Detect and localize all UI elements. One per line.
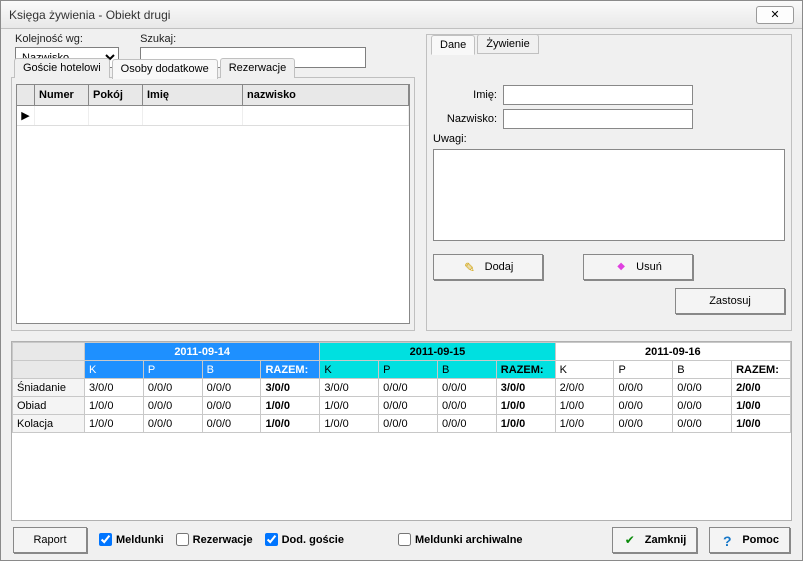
grid-col-surname[interactable]: nazwisko xyxy=(243,85,409,105)
right-pane: Dane Żywienie Imię: Nazwisko: xyxy=(426,29,792,331)
meal-cell: 0/0/0 xyxy=(614,415,673,433)
meal-cell: 3/0/0 xyxy=(85,379,144,397)
meal-cell: 2/0/0 xyxy=(732,379,791,397)
meal-table-container: 2011-09-14 2011-09-15 2011-09-16 K P B R… xyxy=(11,341,792,521)
grid-row-selector-header xyxy=(17,85,35,105)
meal-cell: 1/0/0 xyxy=(320,415,379,433)
extra-guests-checkbox[interactable]: Dod. goście xyxy=(265,533,344,546)
meal-row-label: Kolacja xyxy=(13,415,85,433)
meal-cell: 0/0/0 xyxy=(143,415,202,433)
meal-cell: 0/0/0 xyxy=(202,397,261,415)
notes-textarea[interactable] xyxy=(433,149,785,241)
meal-cell: 0/0/0 xyxy=(379,415,438,433)
meal-table[interactable]: 2011-09-14 2011-09-15 2011-09-16 K P B R… xyxy=(12,342,791,433)
left-tabs: Goście hotelowi Osoby dodatkowe Rezerwac… xyxy=(11,77,415,331)
pencil-icon xyxy=(463,260,477,274)
grid-header: Numer Pokój Imię nazwisko xyxy=(17,85,409,106)
left-tabstrip: Goście hotelowi Osoby dodatkowe Rezerwac… xyxy=(14,58,295,78)
delete-button[interactable]: Usuń xyxy=(583,254,693,280)
tab-extra-people[interactable]: Osoby dodatkowe xyxy=(112,59,218,79)
right-tabstrip: Dane Żywienie xyxy=(431,34,539,54)
footer-bar: Raport Meldunki Rezerwacje Dod. goście M… xyxy=(11,529,792,550)
meal-cell: 1/0/0 xyxy=(496,415,555,433)
content-area: Kolejność wg: Nazwisko Szukaj: Goście ho… xyxy=(6,29,797,555)
eraser-icon xyxy=(614,260,628,274)
left-pane: Kolejność wg: Nazwisko Szukaj: Goście ho… xyxy=(11,29,415,331)
meal-cell: 1/0/0 xyxy=(555,415,614,433)
meal-cell: 0/0/0 xyxy=(614,379,673,397)
meal-cell: 3/0/0 xyxy=(496,379,555,397)
reservations-checkbox[interactable]: Rezerwacje xyxy=(176,533,253,546)
meal-cell: 0/0/0 xyxy=(143,379,202,397)
meal-cell: 0/0/0 xyxy=(614,397,673,415)
right-body: Imię: Nazwisko: Uwagi: xyxy=(433,55,785,324)
notes-label: Uwagi: xyxy=(433,133,467,145)
meal-cell: 0/0/0 xyxy=(673,397,732,415)
meal-date-header: 2011-09-14 2011-09-15 2011-09-16 xyxy=(13,343,791,361)
meal-row-label: Śniadanie xyxy=(13,379,85,397)
grid-col-room[interactable]: Pokój xyxy=(89,85,143,105)
meal-cell: 0/0/0 xyxy=(202,379,261,397)
meal-cell: 1/0/0 xyxy=(555,397,614,415)
top-region: Kolejność wg: Nazwisko Szukaj: Goście ho… xyxy=(6,29,797,331)
people-grid[interactable]: Numer Pokój Imię nazwisko ▶ xyxy=(16,84,410,324)
meal-cell: 1/0/0 xyxy=(496,397,555,415)
meal-cell: 0/0/0 xyxy=(673,415,732,433)
meal-cell: 1/0/0 xyxy=(320,397,379,415)
surname-label: Nazwisko: xyxy=(433,113,497,125)
check-icon xyxy=(623,533,637,547)
meal-row[interactable]: Śniadanie3/0/00/0/00/0/03/0/03/0/00/0/00… xyxy=(13,379,791,397)
meal-cell: 0/0/0 xyxy=(379,397,438,415)
window-title: Księga żywienia - Obiekt drugi xyxy=(9,8,170,22)
help-icon xyxy=(720,533,734,547)
tab-hotel-guests[interactable]: Goście hotelowi xyxy=(14,58,110,78)
sort-label: Kolejność wg: xyxy=(15,33,119,45)
meal-cell: 1/0/0 xyxy=(85,397,144,415)
meal-cell: 0/0/0 xyxy=(437,415,496,433)
apply-button[interactable]: Zastosuj xyxy=(675,288,785,314)
meal-cell: 0/0/0 xyxy=(202,415,261,433)
meal-cell: 0/0/0 xyxy=(143,397,202,415)
meal-row-label: Obiad xyxy=(13,397,85,415)
right-tabs: Dane Żywienie Imię: Nazwisko: xyxy=(426,34,792,331)
app-window: Księga żywienia - Obiekt drugi ✕ Kolejno… xyxy=(0,0,803,561)
meal-cell: 0/0/0 xyxy=(437,397,496,415)
close-button[interactable]: Zamknij xyxy=(612,527,698,553)
first-name-input[interactable] xyxy=(503,85,693,105)
meal-cell: 0/0/0 xyxy=(673,379,732,397)
grid-col-number[interactable]: Numer xyxy=(35,85,89,105)
meal-cell: 1/0/0 xyxy=(732,415,791,433)
tab-data[interactable]: Dane xyxy=(431,35,475,55)
meal-cell: 2/0/0 xyxy=(555,379,614,397)
meal-row[interactable]: Obiad1/0/00/0/00/0/01/0/01/0/00/0/00/0/0… xyxy=(13,397,791,415)
titlebar: Księga żywienia - Obiekt drugi ✕ xyxy=(1,1,802,29)
archive-checkbox[interactable]: Meldunki archiwalne xyxy=(398,533,523,546)
report-button[interactable]: Raport xyxy=(13,527,87,553)
checkins-checkbox[interactable]: Meldunki xyxy=(99,533,164,546)
grid-row-empty[interactable]: ▶ xyxy=(17,106,409,126)
meal-cell: 3/0/0 xyxy=(320,379,379,397)
grid-col-first[interactable]: Imię xyxy=(143,85,243,105)
first-name-label: Imię: xyxy=(433,89,497,101)
row-pointer-icon: ▶ xyxy=(17,106,35,125)
tab-feeding[interactable]: Żywienie xyxy=(477,34,538,54)
surname-input[interactable] xyxy=(503,109,693,129)
help-button[interactable]: Pomoc xyxy=(709,527,790,553)
meal-cell: 3/0/0 xyxy=(261,379,320,397)
meal-cell: 1/0/0 xyxy=(85,415,144,433)
meal-sub-header: K P B RAZEM: K P B RAZEM: K P B RAZEM: xyxy=(13,361,791,379)
meal-row[interactable]: Kolacja1/0/00/0/00/0/01/0/01/0/00/0/00/0… xyxy=(13,415,791,433)
meal-cell: 1/0/0 xyxy=(732,397,791,415)
meal-cell: 1/0/0 xyxy=(261,415,320,433)
search-label: Szukaj: xyxy=(140,33,366,45)
tab-reservations[interactable]: Rezerwacje xyxy=(220,58,295,78)
meal-cell: 1/0/0 xyxy=(261,397,320,415)
meal-cell: 0/0/0 xyxy=(379,379,438,397)
close-icon[interactable]: ✕ xyxy=(756,6,794,24)
add-button[interactable]: Dodaj xyxy=(433,254,543,280)
meal-cell: 0/0/0 xyxy=(437,379,496,397)
